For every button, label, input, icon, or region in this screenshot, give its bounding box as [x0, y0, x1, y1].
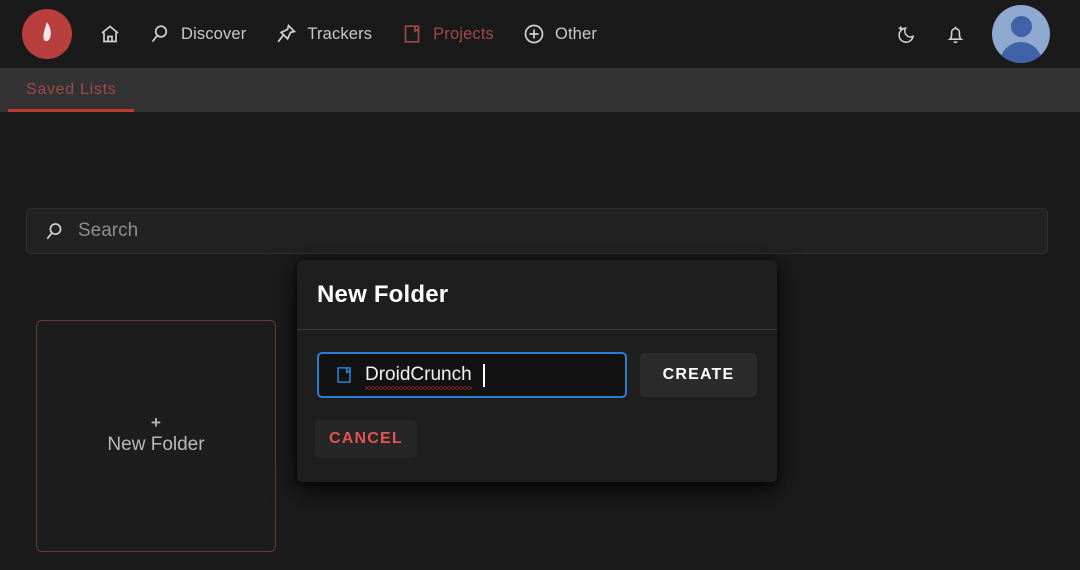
notebook-icon	[400, 22, 424, 46]
avatar[interactable]	[992, 5, 1050, 63]
folder-grid: + New Folder	[36, 320, 276, 552]
bell-icon[interactable]	[943, 22, 968, 47]
nav-item-label: Other	[554, 24, 597, 43]
nav-item-discover[interactable]: Discover	[134, 16, 260, 52]
folder-name-value-wrap: DroidCrunch	[365, 364, 472, 390]
app-root: Discover Trackers Projects Other Saved L…	[0, 0, 1080, 570]
new-folder-card-label: New Folder	[107, 434, 205, 455]
nav-item-label: Discover	[181, 24, 247, 43]
search-input[interactable]: Search	[78, 220, 138, 242]
pin-icon	[274, 22, 298, 46]
text-cursor	[482, 363, 485, 387]
nav-items: Discover Trackers Projects Other	[86, 16, 611, 52]
search-icon	[43, 220, 66, 243]
create-button[interactable]: CREATE	[640, 353, 757, 397]
home-icon	[98, 22, 122, 46]
dialog-body: DroidCrunch CREATE	[297, 330, 777, 398]
tab-bar: Saved Lists	[0, 68, 1080, 112]
top-navigation-right	[894, 5, 1058, 63]
spellcheck-underline	[365, 386, 472, 390]
nav-item-label: Trackers	[307, 24, 373, 43]
plus-icon: +	[151, 413, 161, 432]
app-logo-icon	[34, 19, 60, 50]
cancel-button[interactable]: CANCEL	[315, 420, 417, 458]
notebook-icon	[333, 364, 355, 386]
moon-sparkle-icon[interactable]	[894, 22, 919, 47]
new-folder-dialog: New Folder DroidCrunch CREATE CANCEL	[297, 260, 777, 482]
nav-item-trackers[interactable]: Trackers	[260, 16, 386, 52]
dialog-header: New Folder	[297, 260, 777, 330]
nav-item-label: Projects	[433, 24, 494, 43]
dialog-title: New Folder	[317, 280, 449, 308]
search-bar[interactable]: Search	[26, 208, 1048, 254]
search-icon	[148, 22, 172, 46]
avatar-head	[1010, 16, 1032, 37]
tab-saved-lists[interactable]: Saved Lists	[0, 68, 142, 112]
nav-item-projects[interactable]: Projects	[386, 16, 508, 52]
top-navigation-bar: Discover Trackers Projects Other	[0, 0, 1080, 68]
dialog-footer: CANCEL	[297, 398, 777, 482]
new-folder-card[interactable]: + New Folder	[36, 320, 276, 552]
folder-name-value: DroidCrunch	[365, 364, 472, 385]
folder-name-input[interactable]: DroidCrunch	[317, 352, 627, 398]
plus-circle-icon	[522, 22, 546, 46]
nav-item-home[interactable]	[86, 16, 134, 52]
avatar-body	[1000, 42, 1042, 63]
tab-label: Saved Lists	[26, 81, 117, 98]
nav-item-other[interactable]: Other	[508, 16, 611, 52]
app-logo-button[interactable]	[22, 9, 72, 59]
